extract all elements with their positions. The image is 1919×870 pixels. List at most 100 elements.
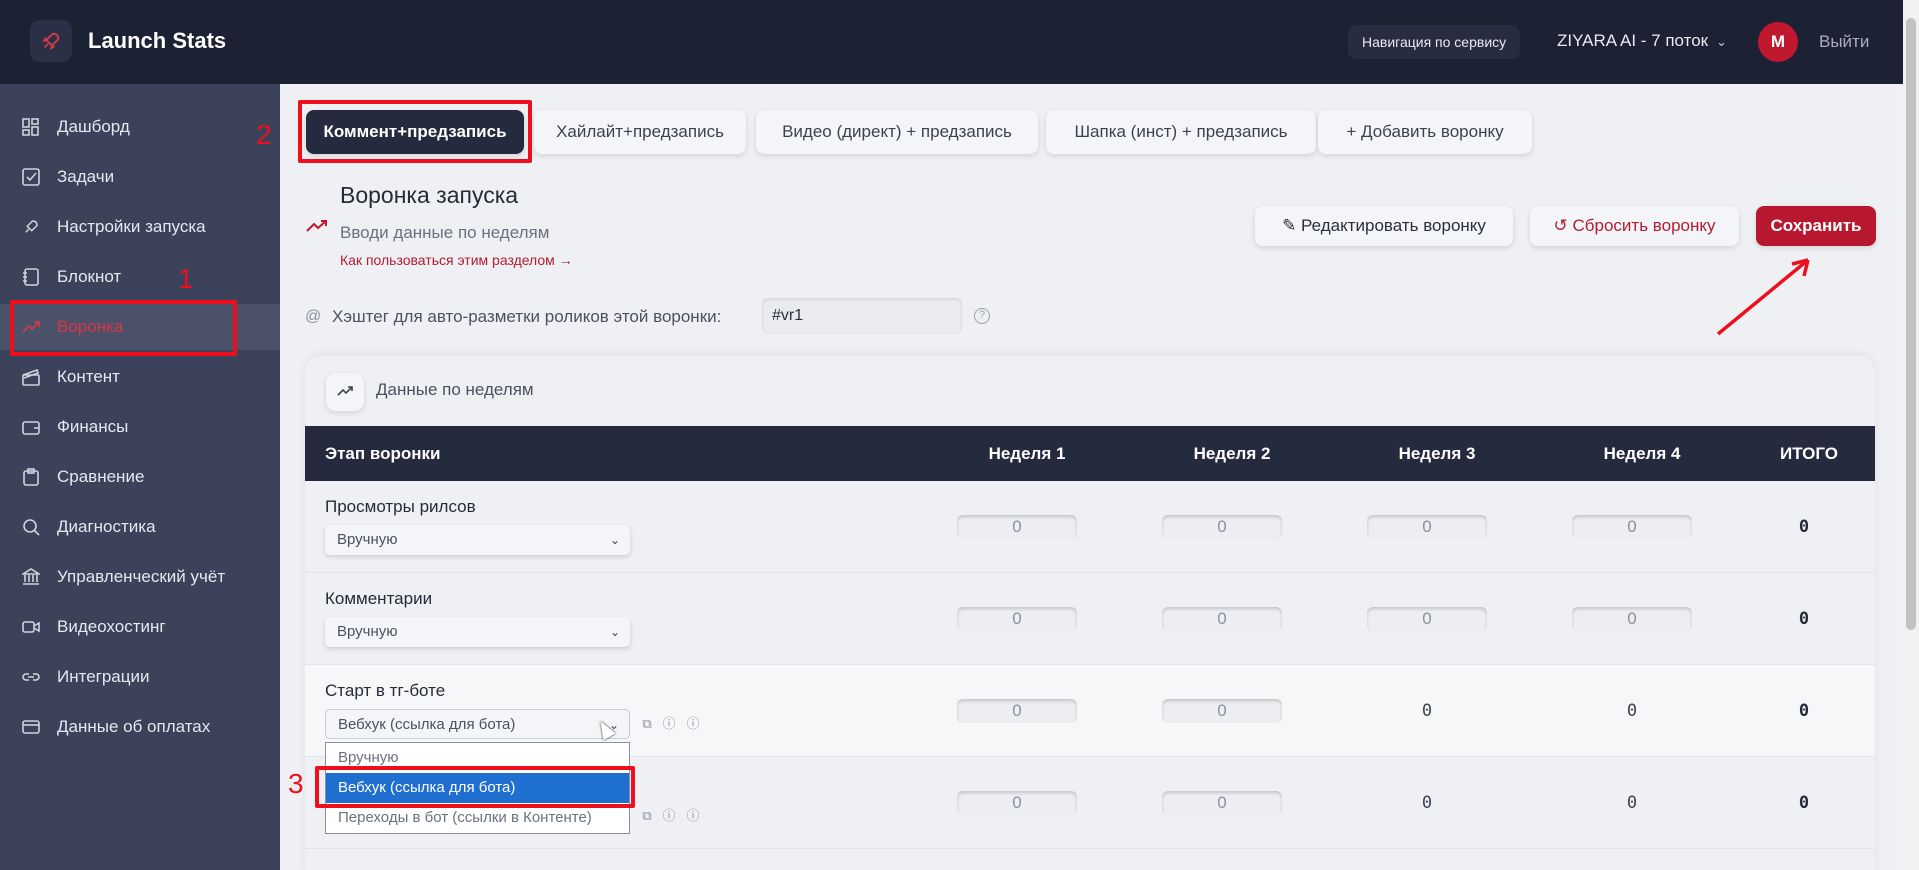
table-header: Этап воронки Неделя 1 Неделя 2 Неделя 3 … (305, 426, 1875, 481)
sidebar-item-comparison[interactable]: Сравнение (0, 454, 280, 500)
tab-video-direct-preregistration[interactable]: Видео (директ) + предзапись (756, 110, 1038, 154)
sidebar-item-launch-settings[interactable]: Настройки запуска (0, 204, 280, 250)
edit-funnel-label: Редактировать воронку (1301, 216, 1486, 235)
week-value: 0 (1626, 701, 1638, 721)
at-icon: @ (305, 308, 322, 325)
table-row: Просмотры рилсов Вручную ⌄ 0 0 0 0 0 (305, 481, 1875, 573)
help-icon[interactable]: ⓘ (685, 716, 701, 732)
annotation-box-sidebar (10, 300, 237, 356)
sidebar-item-notebook[interactable]: Блокнот (0, 254, 280, 300)
sidebar-item-label: Финансы (57, 417, 129, 436)
app-title: Launch Stats (88, 28, 227, 53)
checkbox-icon (20, 166, 42, 188)
annotation-box-tab (298, 100, 532, 163)
reset-icon: ↺ (1553, 216, 1568, 235)
rocket-logo-icon (30, 20, 72, 62)
sidebar-item-management-accounting[interactable]: Управленческий учёт (0, 554, 280, 600)
card-title: Данные по неделям (376, 380, 534, 399)
row-total: 0 (1798, 793, 1810, 813)
sidebar-item-label: Настройки запуска (57, 217, 206, 236)
sidebar-item-tasks[interactable]: Задачи (0, 154, 280, 200)
pencil-icon: ✎ (1282, 216, 1297, 235)
week-input[interactable]: 0 (1367, 607, 1487, 631)
column-header: Неделя 2 (1193, 444, 1271, 463)
clapper-icon (20, 366, 42, 388)
week-value: 0 (1626, 793, 1638, 813)
edit-funnel-button[interactable]: ✎ Редактировать воронку (1255, 206, 1513, 246)
sidebar-item-video-hosting[interactable]: Видеохостинг (0, 604, 280, 650)
sidebar-item-label: Данные об оплатах (57, 717, 211, 736)
sidebar-item-diagnostics[interactable]: Диагностика (0, 504, 280, 550)
stage-label: Просмотры рилсов (325, 497, 476, 516)
chevron-down-icon: ⌄ (609, 625, 620, 639)
link-icon (20, 666, 42, 688)
week-input[interactable]: 0 (1572, 515, 1692, 539)
week-input[interactable]: 0 (957, 607, 1077, 631)
hashtag-label: Хэштег для авто-разметки роликов этой во… (332, 307, 722, 326)
project-selector[interactable]: ZIYARA AI - 7 поток ⌄ (1557, 31, 1727, 51)
sidebar-item-label: Сравнение (57, 467, 145, 486)
help-link[interactable]: Как пользоваться этим разделом → (340, 252, 573, 268)
week-input[interactable]: 0 (957, 791, 1077, 815)
source-select[interactable]: Вебхук (ссылка для бота) ⌄ (325, 709, 630, 739)
source-select[interactable]: Вручную ⌄ (325, 617, 630, 647)
stage-label: Старт в тг-боте (325, 681, 446, 700)
help-icon[interactable]: ⓘ (685, 808, 701, 824)
trend-icon (326, 373, 364, 411)
column-header: Неделя 1 (988, 444, 1066, 463)
help-icon[interactable]: ⓘ (661, 716, 677, 732)
chevron-down-icon: ⌄ (609, 533, 620, 547)
table-row: Комментарии Вручную ⌄ 0 0 0 0 0 (305, 573, 1875, 665)
page-scrollbar[interactable] (1903, 0, 1919, 870)
sidebar-item-content[interactable]: Контент (0, 354, 280, 400)
copy-icon[interactable]: ⧉ (639, 716, 655, 732)
tab-header-insta-preregistration[interactable]: Шапка (инст) + предзапись (1046, 110, 1316, 154)
source-select[interactable]: Вручную ⌄ (325, 525, 630, 555)
logout-link[interactable]: Выйти (1819, 32, 1869, 52)
week-input[interactable]: 0 (1162, 699, 1282, 723)
week-input[interactable]: 0 (1162, 791, 1282, 815)
help-icon[interactable]: ? (974, 308, 990, 324)
bank-icon (20, 566, 42, 588)
top-bar: Launch Stats Навигация по сервису ZIYARA… (0, 0, 1903, 84)
section-title: Воронка запуска (340, 182, 519, 208)
sidebar-item-payments-data[interactable]: Данные об оплатах (0, 704, 280, 750)
sidebar-item-label: Интеграции (57, 667, 150, 686)
help-icon[interactable]: ⓘ (661, 808, 677, 824)
trend-icon (306, 216, 328, 239)
sidebar-item-finance[interactable]: Финансы (0, 404, 280, 450)
avatar[interactable]: M (1758, 22, 1798, 62)
week-input[interactable]: 0 (957, 699, 1077, 723)
tab-highlight-preregistration[interactable]: Хайлайт+предзапись (534, 110, 746, 154)
sidebar-item-label: Диагностика (57, 517, 156, 536)
save-button[interactable]: Сохранить (1756, 206, 1876, 246)
copy-icon[interactable]: ⧉ (639, 808, 655, 824)
week-input[interactable]: 0 (1162, 515, 1282, 539)
week-input[interactable]: 0 (1572, 607, 1692, 631)
section-subtitle: Вводи данные по неделям (340, 223, 550, 242)
row-total: 0 (1798, 517, 1810, 537)
hashtag-input[interactable]: #vr1 (762, 298, 962, 334)
sidebar-item-label: Блокнот (57, 267, 122, 286)
column-header: Неделя 3 (1398, 444, 1476, 463)
week-input[interactable]: 0 (957, 515, 1077, 539)
sidebar-item-integrations[interactable]: Интеграции (0, 654, 280, 700)
search-icon (20, 516, 42, 538)
source-select-value: Вручную (337, 531, 398, 548)
service-navigation-button[interactable]: Навигация по сервису (1348, 25, 1521, 59)
reset-funnel-button[interactable]: ↺ Сбросить воронку (1530, 206, 1739, 246)
sidebar-item-label: Дашборд (57, 117, 130, 136)
week-input[interactable]: 0 (1162, 607, 1282, 631)
column-header: Этап воронки (325, 444, 441, 463)
scrollbar-thumb[interactable] (1906, 18, 1916, 630)
week-input[interactable]: 0 (1367, 515, 1487, 539)
week-value: 0 (1421, 701, 1433, 721)
annotation-number: 3 (288, 768, 304, 799)
week-value: 0 (1421, 793, 1433, 813)
wallet-icon (20, 416, 42, 438)
source-select-value: Вебхук (ссылка для бота) (338, 716, 516, 733)
chevron-down-icon: ⌄ (1716, 34, 1728, 49)
reset-funnel-label: Сбросить воронку (1572, 216, 1716, 235)
sidebar-item-dashboard[interactable]: Дашборд (0, 104, 280, 150)
add-funnel-button[interactable]: + Добавить воронку (1318, 110, 1532, 154)
